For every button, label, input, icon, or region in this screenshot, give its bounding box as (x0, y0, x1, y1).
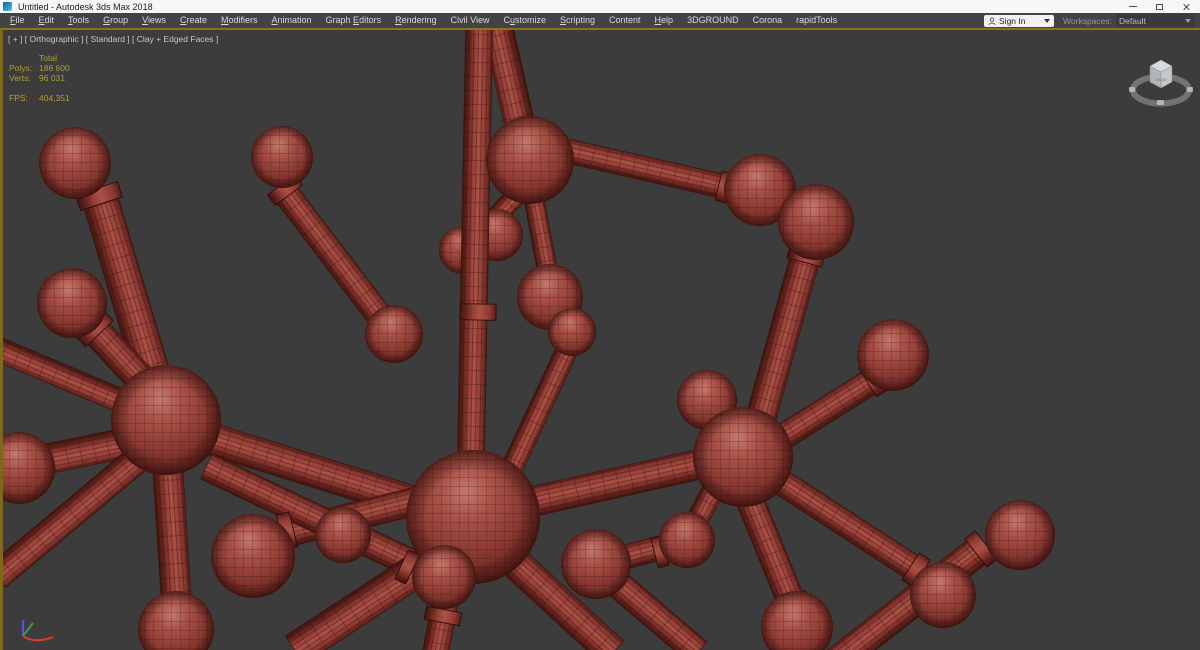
viewport-label[interactable]: [ + ] [ Orthographic ] [ Standard ] [ Cl… (8, 34, 218, 44)
menu-bar-right: Sign In Workspaces: Default (984, 14, 1197, 27)
workspaces-value: Default (1119, 15, 1146, 26)
menu-item-customize[interactable]: Customize (496, 13, 553, 28)
viewcube-cube[interactable]: FRONT (1149, 59, 1173, 89)
workspaces-dropdown[interactable]: Default (1116, 14, 1194, 27)
menu-item-civil-view[interactable]: Civil View (444, 13, 497, 28)
workspaces-control: Workspaces: Default (1063, 14, 1194, 27)
stats-fps-label: FPS: (9, 93, 28, 103)
statistics-overlay: Total Polys: 186 600 Verts: 96 031 FPS: 404… (9, 53, 70, 103)
menu-item-edit[interactable]: Edit (32, 13, 62, 28)
maximize-button[interactable] (1146, 0, 1173, 13)
stats-verts-value: 96 031 (39, 73, 65, 83)
y-axis (22, 622, 34, 637)
menu-bar: File Edit Tools Group Views Create Modifiers An… (0, 13, 1200, 28)
menu-item-create[interactable]: Create (173, 13, 214, 28)
chevron-down-icon (1185, 18, 1191, 23)
sign-in-label: Sign In (999, 15, 1026, 26)
close-button[interactable] (1173, 0, 1200, 13)
menu-item-rendering[interactable]: Rendering (388, 13, 444, 28)
viewport-canvas[interactable] (3, 30, 1200, 650)
chevron-down-icon (1044, 18, 1051, 23)
menu-item-scripting[interactable]: Scripting (553, 13, 602, 28)
workspaces-label: Workspaces: (1063, 15, 1112, 26)
close-icon (1183, 3, 1191, 11)
viewport[interactable]: [ + ] [ Orthographic ] [ Standard ] [ Cl… (0, 28, 1200, 650)
window-title: Untitled - Autodesk 3ds Max 2018 (18, 1, 153, 12)
menu-item-group[interactable]: Group (96, 13, 135, 28)
viewcube-south-notch[interactable] (1157, 100, 1164, 105)
menu-item-modifiers[interactable]: Modifiers (214, 13, 265, 28)
menu-item-content[interactable]: Content (602, 13, 648, 28)
stats-polys-value: 186 600 (39, 63, 70, 73)
minimize-button[interactable] (1119, 0, 1146, 13)
stats-polys-label: Polys: (9, 63, 33, 73)
menu-item-file[interactable]: File (3, 13, 32, 28)
title-bar: Untitled - Autodesk 3ds Max 2018 (0, 0, 1200, 13)
menu-item-graph-editors[interactable]: Graph Editors (319, 13, 389, 28)
maximize-icon (1156, 3, 1163, 10)
menu-item-corona[interactable]: Corona (746, 13, 790, 28)
stats-verts-label: Verts: (9, 73, 31, 83)
view-cube[interactable]: FRONT (1124, 46, 1198, 122)
viewcube-east-notch[interactable] (1187, 87, 1193, 92)
x-axis (22, 635, 54, 642)
viewcube-west-notch[interactable] (1129, 87, 1135, 92)
app-icon (3, 2, 12, 11)
user-icon (988, 16, 996, 25)
menu-item-animation[interactable]: Animation (264, 13, 318, 28)
viewcube-front-label: FRONT (1156, 78, 1169, 82)
menu-item-views[interactable]: Views (135, 13, 173, 28)
axis-tripod-icon (21, 620, 54, 642)
menu-item-rapidtools[interactable]: rapidTools (789, 13, 844, 28)
menu-item-help[interactable]: Help (648, 13, 681, 28)
menu-items: File Edit Tools Group Views Create Modifiers An… (3, 13, 844, 28)
menu-item-tools[interactable]: Tools (61, 13, 96, 28)
window-controls (1119, 0, 1200, 13)
menu-item-3dground[interactable]: 3DGROUND (680, 13, 746, 28)
3dsmax-window: { "window": { "title": "Untitled - Autod… (0, 0, 1200, 650)
minimize-icon (1128, 6, 1137, 7)
stats-total-header: Total (39, 53, 57, 63)
sign-in-button[interactable]: Sign In (984, 14, 1055, 27)
stats-fps-value: 404,351 (39, 93, 70, 103)
